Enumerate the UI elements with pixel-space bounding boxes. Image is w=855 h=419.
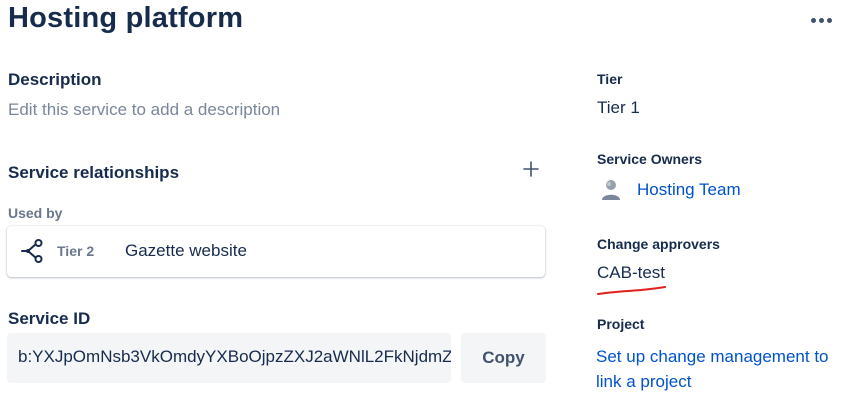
service-id-heading: Service ID <box>8 309 91 328</box>
service-id-field[interactable]: b:YXJpOmNsb3VkOmdyYXBoOjpzZXJ2aWNlL2FkNj… <box>7 333 451 383</box>
relationship-card[interactable]: Tier 2 Gazette website <box>7 226 545 277</box>
relationship-service-name[interactable]: Gazette website <box>125 241 247 261</box>
service-owners-label: Service Owners <box>597 151 703 167</box>
used-by-label: Used by <box>8 205 63 221</box>
description-heading: Description <box>8 70 102 89</box>
change-approvers-value: CAB-test <box>597 263 666 282</box>
more-horizontal-icon <box>810 17 816 23</box>
add-relationship-button[interactable] <box>520 158 542 180</box>
tier-value: Tier 1 <box>597 98 640 117</box>
tier-label: Tier <box>597 71 623 87</box>
setup-link-line1: Set up change management to <box>596 347 829 366</box>
more-actions-button[interactable] <box>806 12 836 28</box>
service-id-value: b:YXJpOmNsb3VkOmdyYXBoOjpzZXJ2aWNlL2FkNj… <box>18 347 451 366</box>
setup-change-management-link[interactable]: Set up change management to link a proje… <box>596 344 829 394</box>
setup-link-line2: link a project <box>596 372 692 391</box>
project-label: Project <box>597 316 645 332</box>
plus-icon <box>523 161 539 177</box>
service-graph-icon <box>19 238 45 264</box>
copy-button[interactable]: Copy <box>461 333 546 383</box>
page-title: Hosting platform <box>8 2 244 34</box>
relationship-tier: Tier 2 <box>57 243 95 259</box>
service-relationships-heading: Service relationships <box>8 163 180 182</box>
hosting-team-link[interactable]: Hosting Team <box>637 180 741 200</box>
change-approvers-label: Change approvers <box>597 236 720 252</box>
team-avatar-icon <box>598 177 624 203</box>
description-placeholder[interactable]: Edit this service to add a description <box>8 100 280 120</box>
red-underline-annotation <box>597 286 666 295</box>
